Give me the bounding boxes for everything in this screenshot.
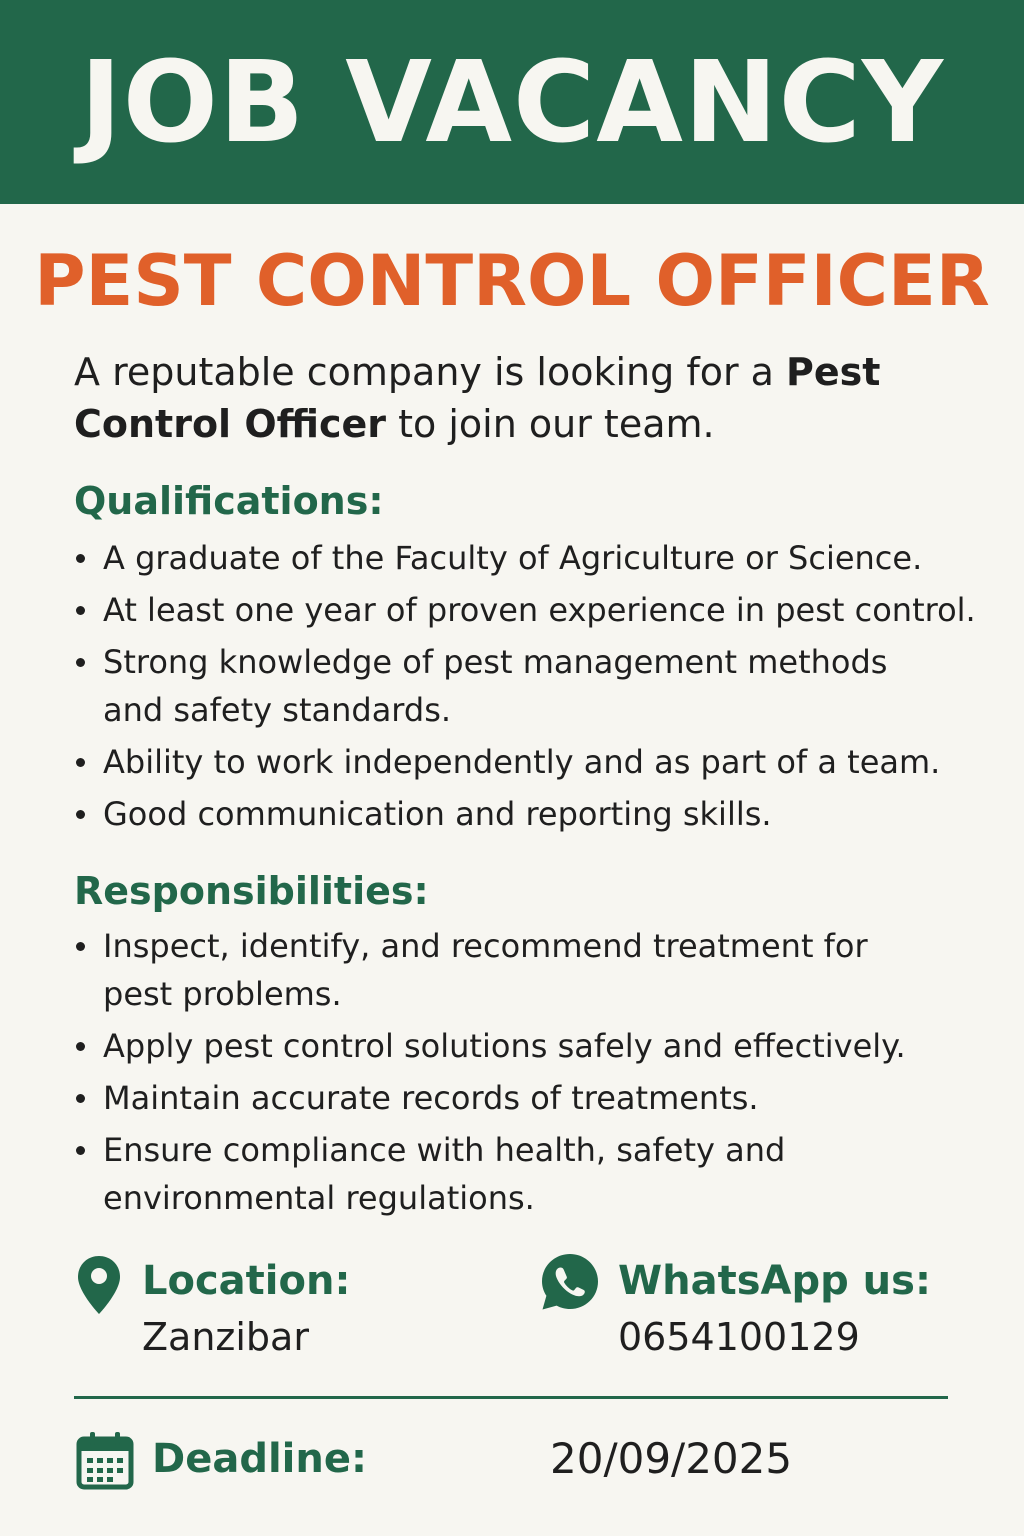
bullet-dot bbox=[76, 758, 85, 767]
divider bbox=[74, 1396, 948, 1399]
responsibility-text: Ensure compliance with health, safety an… bbox=[103, 1131, 786, 1217]
qualification-text: Ability to work independently and as par… bbox=[103, 743, 941, 781]
qualifications-list: A graduate of the Faculty of Agriculture… bbox=[74, 534, 984, 842]
list-item: Inspect, identify, and recommend treatme… bbox=[74, 922, 984, 1018]
intro-text: A reputable company is looking for a Pes… bbox=[74, 346, 954, 450]
deadline-date: 20/09/2025 bbox=[550, 1434, 793, 1483]
bullet-dot bbox=[76, 658, 85, 667]
calendar-icon bbox=[76, 1432, 134, 1490]
location-value: Zanzibar bbox=[142, 1315, 309, 1359]
responsibilities-list: Inspect, identify, and recommend treatme… bbox=[74, 922, 984, 1226]
list-item: Ability to work independently and as par… bbox=[74, 738, 984, 786]
responsibility-text: Inspect, identify, and recommend treatme… bbox=[103, 927, 868, 1013]
page-title: JOB VACANCY bbox=[80, 38, 944, 168]
deadline-label: Deadline: bbox=[152, 1436, 367, 1482]
whatsapp-label: WhatsApp us: bbox=[618, 1258, 931, 1304]
job-title: PEST CONTROL OFFICER bbox=[34, 240, 990, 322]
list-item: At least one year of proven experience i… bbox=[74, 586, 984, 634]
location-pin-icon bbox=[78, 1256, 120, 1314]
qualification-text: At least one year of proven experience i… bbox=[103, 591, 976, 629]
list-item: Strong knowledge of pest management meth… bbox=[74, 638, 984, 734]
whatsapp-number[interactable]: 0654100129 bbox=[618, 1312, 860, 1362]
intro-prefix: A reputable company is looking for a bbox=[74, 350, 787, 394]
list-item: A graduate of the Faculty of Agriculture… bbox=[74, 534, 984, 582]
bullet-dot bbox=[76, 810, 85, 819]
list-item: Maintain accurate records of treatments. bbox=[74, 1074, 984, 1122]
bullet-dot bbox=[76, 1042, 85, 1051]
bullet-dot bbox=[76, 554, 85, 563]
list-item: Good communication and reporting skills. bbox=[74, 790, 984, 838]
intro-suffix: to join our team. bbox=[386, 402, 715, 446]
responsibility-text: Apply pest control solutions safely and … bbox=[103, 1027, 906, 1065]
responsibility-text: Maintain accurate records of treatments. bbox=[103, 1079, 759, 1117]
header-banner: JOB VACANCY bbox=[0, 0, 1024, 204]
qualification-text: A graduate of the Faculty of Agriculture… bbox=[103, 539, 923, 577]
list-item: Apply pest control solutions safely and … bbox=[74, 1022, 984, 1070]
qualification-text: Strong knowledge of pest management meth… bbox=[103, 643, 888, 729]
bullet-dot bbox=[76, 1146, 85, 1155]
responsibilities-heading: Responsibilities: bbox=[74, 869, 429, 913]
whatsapp-icon bbox=[542, 1254, 598, 1310]
qualifications-heading: Qualifications: bbox=[74, 479, 384, 523]
bullet-dot bbox=[76, 942, 85, 951]
qualification-text: Good communication and reporting skills. bbox=[103, 795, 772, 833]
bullet-dot bbox=[76, 1094, 85, 1103]
list-item: Ensure compliance with health, safety an… bbox=[74, 1126, 984, 1222]
location-label: Location: bbox=[142, 1258, 351, 1304]
bullet-dot bbox=[76, 606, 85, 615]
